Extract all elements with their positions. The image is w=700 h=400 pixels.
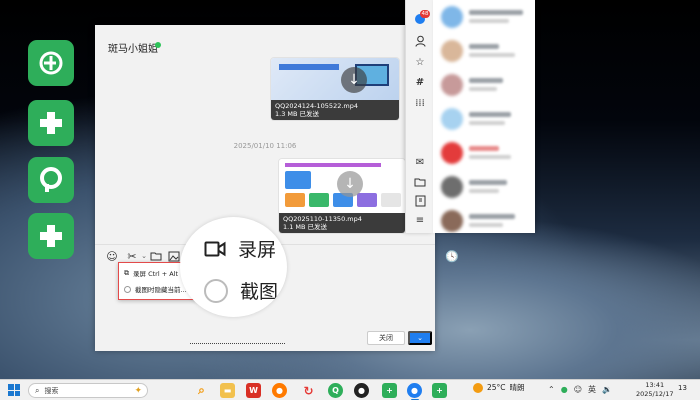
time-separator: 2025/01/10 11:06 — [233, 142, 297, 150]
bookmark-icon[interactable] — [413, 194, 427, 208]
zoom-magnifier: 录屏 截图 — [180, 217, 287, 317]
weather-temp: 25°C — [487, 383, 506, 392]
thumb-decoration — [285, 163, 381, 167]
search-placeholder: 搜索 — [44, 386, 59, 395]
tile — [309, 193, 329, 207]
speaker-icon[interactable]: 🔉 — [602, 385, 612, 394]
contact-item[interactable] — [433, 136, 535, 170]
record-screen-label: 录屏 Ctrl + Alt — [133, 270, 179, 278]
hashtag-icon[interactable]: # — [413, 75, 427, 89]
folder-icon[interactable] — [149, 249, 163, 263]
system-tray: ⌃ ● ☺ 英 🔉 — [548, 384, 612, 395]
sparkle-icon: ✦ — [134, 385, 142, 396]
magnified-screenshot-text: 截图 — [240, 281, 279, 303]
image-icon[interactable] — [167, 249, 181, 263]
unread-badge: 48 — [420, 10, 430, 18]
green-app-icon[interactable]: + — [382, 383, 397, 398]
tile — [357, 193, 377, 207]
tray-app-icon[interactable]: ● — [561, 385, 568, 394]
contact-item[interactable] — [433, 68, 535, 102]
tile — [285, 193, 305, 207]
desktop-app-icon-3[interactable] — [28, 157, 74, 203]
file-info: 1.1 MB 已发送 — [283, 223, 328, 231]
video-thumbnail: ↓ — [271, 58, 399, 102]
radio-circle-icon — [124, 285, 131, 293]
send-options-button[interactable]: ⌄ — [408, 331, 432, 345]
green-q-app-icon[interactable]: Q — [328, 383, 343, 398]
file-explorer-icon[interactable]: ▬ — [220, 383, 235, 398]
desktop-app-icon-1[interactable] — [28, 40, 74, 86]
green-app-icon-2[interactable]: + — [432, 383, 447, 398]
tray-app-icon-2[interactable]: ☺ — [574, 385, 582, 394]
video-thumbnail: ↓ — [279, 159, 405, 215]
menu-icon[interactable]: ≡ — [413, 213, 427, 227]
search-app-icon[interactable]: ⌕ — [194, 383, 209, 398]
file-name: QQ2025110-11350.mp4 — [283, 215, 362, 223]
chevron-up-icon[interactable]: ⌃ — [548, 385, 555, 394]
plus-cross-icon — [40, 225, 62, 247]
file-info-strip: QQ2025110-11350.mp4 1.1 MB 已发送 — [279, 213, 405, 233]
hide-window-label: 截图时隐藏当前... — [135, 286, 187, 294]
contact-item[interactable] — [433, 204, 535, 233]
desktop-app-icon-4[interactable] — [28, 213, 74, 259]
contact-item[interactable] — [433, 34, 535, 68]
qq-penguin-icon[interactable]: ● — [354, 383, 369, 398]
weather-widget[interactable]: 25°C 晴朗 — [473, 382, 525, 393]
input-divider — [190, 343, 285, 344]
download-icon[interactable]: ↓ — [341, 67, 367, 93]
file-info: 1.3 MB 已发送 — [275, 110, 320, 118]
apps-grid-icon[interactable]: ⁞⁞⁞ — [413, 96, 427, 110]
clock-time: 13:41 — [645, 381, 665, 389]
taskbar: ⌕ 搜索 ✦ ⌕ ▬ W ● ↻ Q ● + ● + 25°C 晴朗 ⌃ ● ☺… — [0, 379, 700, 400]
firefox-icon[interactable]: ● — [272, 383, 287, 398]
chat-title: 斑马小姐姐 — [108, 44, 158, 55]
magnified-record-row: 录屏 — [204, 235, 276, 262]
folder-icon[interactable] — [413, 175, 427, 189]
file-name: QQ2024124-105522.mp4 — [275, 102, 358, 110]
close-button[interactable]: 关闭 — [367, 331, 405, 345]
record-screen-menu-item[interactable]: ⧉ 录屏 Ctrl + Alt — [124, 266, 178, 280]
windows-start-icon[interactable] — [8, 384, 20, 396]
blue-app-icon[interactable]: ● — [407, 383, 422, 398]
q-logo-icon — [40, 167, 62, 192]
desktop-app-icon-2[interactable] — [28, 100, 74, 146]
side-icon-rail: 48 ☆ # ⁞⁞⁞ ✉ ≡ — [405, 0, 433, 233]
clock-history-icon[interactable]: 🕓 — [445, 249, 459, 263]
record-icon: ⧉ — [124, 268, 129, 277]
video-message-2[interactable]: ↓ QQ2025110-11350.mp4 1.1 MB 已发送 — [278, 158, 406, 234]
emoji-icon[interactable]: ☺ — [105, 249, 119, 263]
search-icon: ⌕ — [35, 385, 40, 395]
refresh-app-icon[interactable]: ↻ — [301, 383, 316, 398]
notification-count[interactable]: 13 — [678, 384, 687, 392]
file-info-strip: QQ2024124-105522.mp4 1.3 MB 已发送 — [271, 100, 399, 120]
taskbar-search[interactable]: ⌕ 搜索 ✦ — [28, 383, 148, 398]
contact-item[interactable] — [433, 170, 535, 204]
contact-item[interactable] — [433, 102, 535, 136]
contact-item[interactable] — [433, 0, 535, 34]
star-icon[interactable]: ☆ — [413, 55, 427, 69]
video-message-1[interactable]: ↓ QQ2024124-105522.mp4 1.3 MB 已发送 — [270, 57, 400, 121]
thumb-decoration — [285, 171, 311, 189]
magnified-record-text: 录屏 — [238, 239, 277, 261]
online-status-dot — [155, 42, 161, 48]
wps-icon[interactable]: W — [246, 383, 261, 398]
contacts-icon[interactable] — [413, 34, 427, 48]
app-logo-icon — [39, 51, 63, 75]
weather-desc: 晴朗 — [509, 383, 525, 392]
ime-label[interactable]: 英 — [588, 384, 596, 395]
camera-record-icon — [204, 241, 226, 256]
clock-date: 2025/12/17 — [636, 390, 674, 398]
download-icon[interactable]: ↓ — [337, 171, 363, 197]
hide-window-menu-item[interactable]: 截图时隐藏当前... — [124, 282, 187, 296]
plus-cross-icon — [40, 112, 62, 134]
taskbar-clock[interactable]: 13:41 2025/12/17 — [636, 381, 673, 399]
radio-circle-icon — [204, 278, 228, 303]
contact-list — [433, 0, 535, 233]
thumb-decoration — [279, 64, 339, 70]
chat-window: 斑马小姐姐 ↓ QQ2024124-105522.mp4 1.3 MB 已发送 … — [95, 25, 459, 351]
magnified-screenshot-row: 截图 — [204, 277, 278, 304]
sun-icon — [473, 382, 483, 393]
tile — [381, 193, 401, 207]
mail-icon[interactable]: ✉ — [413, 155, 427, 169]
